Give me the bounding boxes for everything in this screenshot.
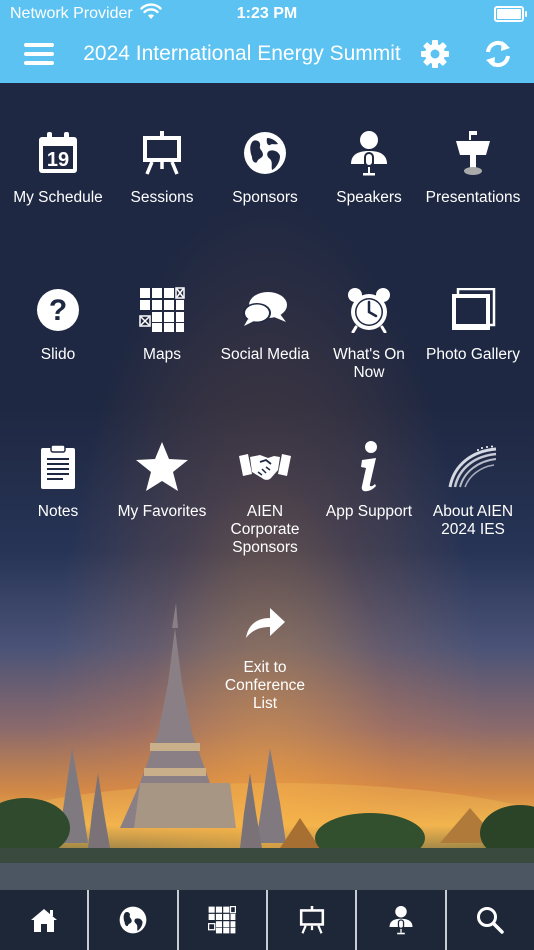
lectern-icon	[456, 131, 490, 175]
tile-label: App Support	[325, 503, 413, 520]
battery-icon	[494, 6, 527, 22]
tile-label: AIEN Corporate Sponsors	[230, 503, 300, 556]
clock: 1:23 PM	[236, 5, 298, 22]
share-arrow-icon	[246, 608, 285, 638]
tile-label: Sessions	[130, 189, 194, 206]
calendar-day: 19	[47, 149, 69, 171]
search-icon	[477, 907, 505, 934]
info-icon	[361, 441, 377, 492]
tile-label: Photo Gallery	[426, 346, 520, 363]
home-icon	[30, 909, 57, 932]
tile-exit-to-conference-list[interactable]: Exit to Conference List	[213, 595, 317, 713]
speaker-icon	[389, 906, 413, 935]
gear-icon[interactable]	[420, 39, 450, 69]
tile-label: Social Media	[220, 346, 310, 363]
tile-maps[interactable]: Maps	[110, 282, 214, 364]
tile-slido[interactable]: ? Slido	[6, 282, 110, 364]
tile-label: About AIEN 2024 IES	[432, 503, 514, 538]
map-grid-icon	[139, 287, 185, 332]
chat-bubbles-icon	[243, 292, 287, 326]
tile-label: Maps	[143, 346, 181, 363]
tile-label: Notes	[37, 503, 79, 520]
tile-label: Slido	[40, 346, 76, 363]
hamburger-menu-icon[interactable]	[24, 43, 54, 65]
refresh-icon[interactable]	[484, 39, 512, 69]
tile-notes[interactable]: Notes	[6, 439, 110, 521]
page-title: 2024 International Energy Summit	[83, 42, 401, 65]
question-icon: ?	[37, 289, 79, 331]
easel-icon	[143, 131, 181, 175]
tile-my-schedule[interactable]: 19 My Schedule	[6, 125, 110, 207]
tile-label: My Schedule	[13, 189, 103, 206]
globe-icon	[244, 132, 286, 174]
tile-label: Speakers	[336, 189, 402, 206]
tab-sponsors[interactable]	[89, 890, 179, 950]
tile-label: Presentations	[425, 189, 521, 206]
tile-aien-corporate-sponsors[interactable]: AIEN Corporate Sponsors	[213, 439, 317, 557]
photo-frames-icon	[452, 288, 496, 330]
globe-icon	[119, 906, 147, 934]
tab-sessions[interactable]	[268, 890, 358, 950]
tab-maps[interactable]	[179, 890, 268, 950]
clipboard-icon	[41, 444, 75, 489]
tile-about-aien-2024-ies[interactable]: About AIEN 2024 IES	[421, 439, 525, 539]
bottom-tab-bar	[0, 890, 534, 950]
tile-speakers[interactable]: Speakers	[317, 125, 421, 207]
swoosh-icon	[448, 445, 497, 488]
svg-text:?: ?	[49, 294, 67, 327]
tile-photo-gallery[interactable]: Photo Gallery	[421, 282, 525, 364]
tab-search[interactable]	[447, 890, 534, 950]
dashboard: 19 My Schedule Sessions Sponsors Speaker…	[0, 83, 534, 890]
tile-label: What's On Now	[333, 346, 405, 381]
tab-speakers[interactable]	[357, 890, 447, 950]
tile-label: Sponsors	[232, 189, 298, 206]
status-bar: Network Provider 1:23 PM	[0, 0, 534, 28]
nav-bar: 2024 International Energy Summit	[0, 28, 534, 83]
tab-home[interactable]	[0, 890, 90, 950]
tile-my-favorites[interactable]: My Favorites	[110, 439, 214, 521]
tile-whats-on-now[interactable]: What's On Now	[317, 282, 421, 382]
tile-sessions[interactable]: Sessions	[110, 125, 214, 207]
map-grid-icon	[208, 906, 237, 934]
tile-sponsors[interactable]: Sponsors	[213, 125, 317, 207]
tile-app-support[interactable]: App Support	[317, 439, 421, 521]
easel-icon	[299, 906, 324, 934]
tile-label: Exit to Conference List	[224, 659, 306, 712]
speaker-icon	[351, 131, 387, 176]
calendar-icon: 19	[39, 132, 77, 173]
handshake-icon	[239, 454, 291, 480]
tile-label: My Favorites	[117, 503, 207, 520]
tile-presentations[interactable]: Presentations	[421, 125, 525, 207]
star-icon	[136, 442, 188, 491]
tile-social-media[interactable]: Social Media	[213, 282, 317, 364]
alarm-clock-icon	[348, 288, 390, 333]
